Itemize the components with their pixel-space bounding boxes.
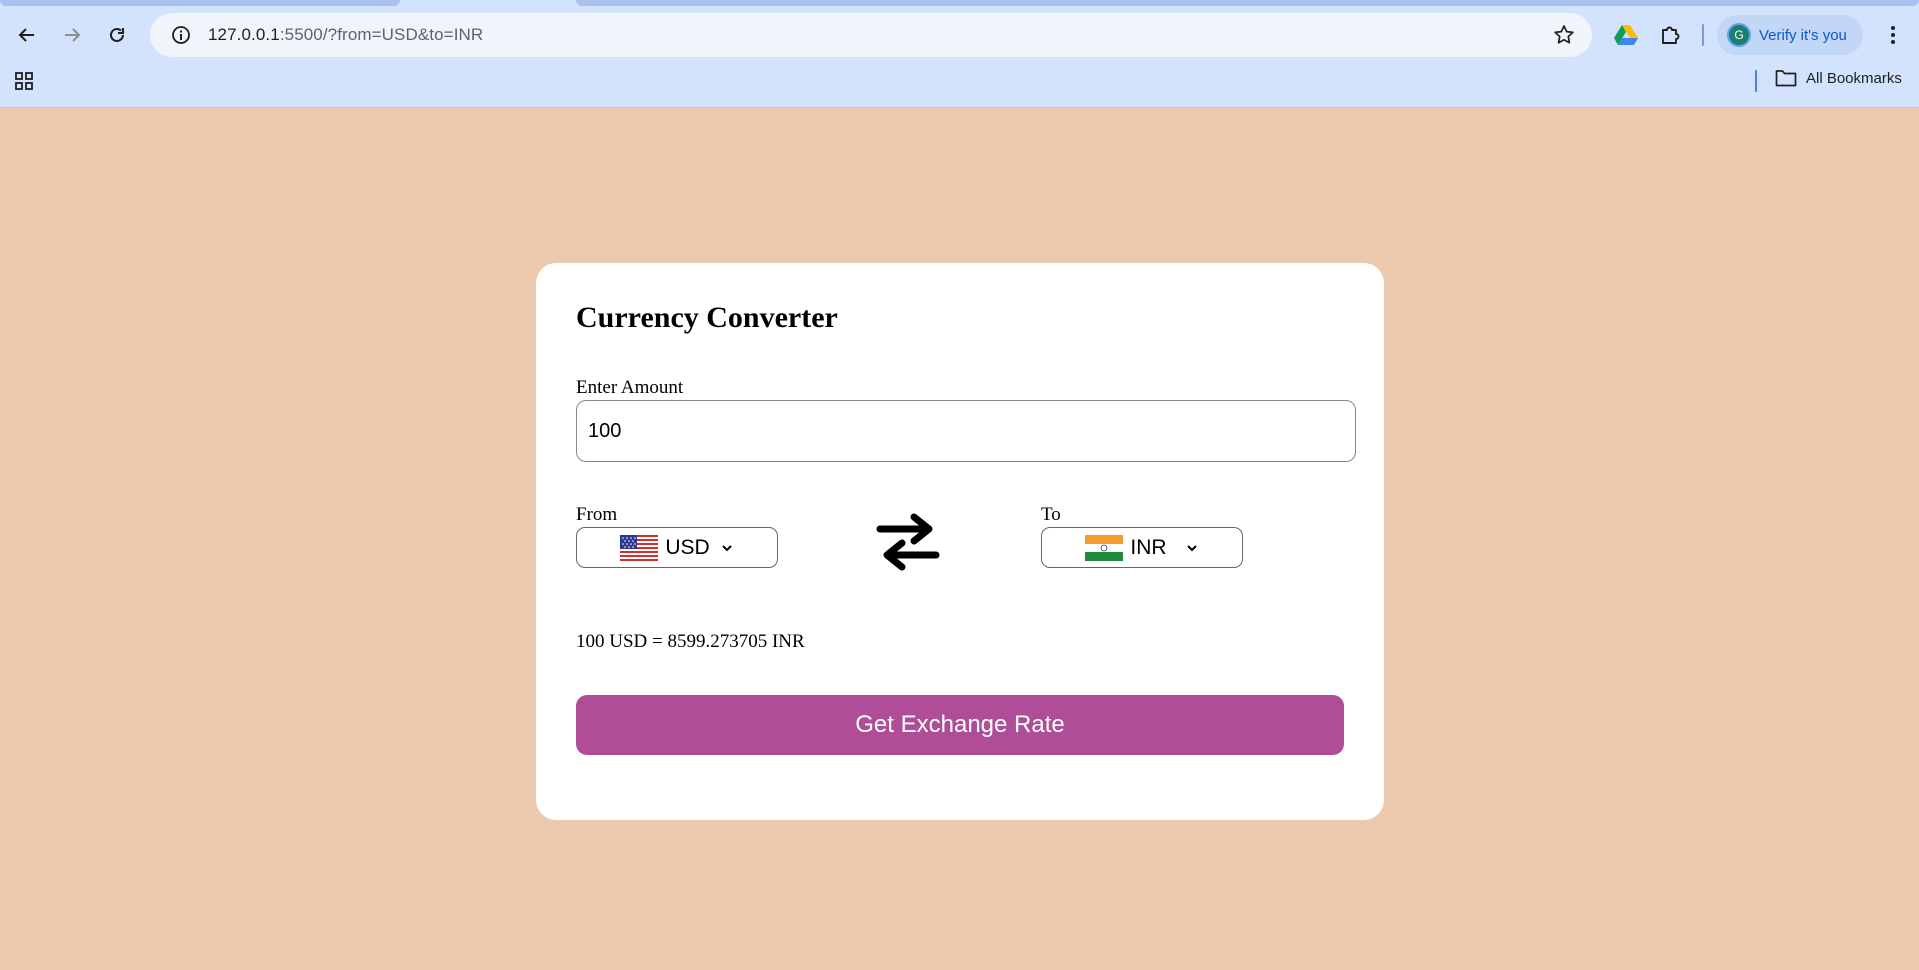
apps-button[interactable] <box>11 68 37 94</box>
url-text: 127.0.0.1:5500/?from=USD&to=INR <box>208 25 483 45</box>
from-currency-value: USD <box>665 535 710 559</box>
apps-grid-icon <box>15 72 33 90</box>
reload-icon <box>110 27 124 42</box>
forward-button[interactable] <box>54 17 90 53</box>
browser-chrome: 127.0.0.1:5500/?from=USD&to=INR G Verify… <box>0 0 1919 108</box>
folder-icon <box>1775 70 1797 87</box>
all-bookmarks-label: All Bookmarks <box>1806 69 1902 87</box>
bookmark-star-button[interactable] <box>1552 23 1576 47</box>
verify-label: Verify it's you <box>1759 26 1847 44</box>
chevron-down-icon <box>1185 541 1199 555</box>
reload-button[interactable] <box>99 17 135 53</box>
us-flag-icon <box>620 534 659 561</box>
avatar: G <box>1727 23 1751 47</box>
bookmarks-divider <box>1755 70 1757 92</box>
google-drive-button[interactable] <box>1613 22 1639 48</box>
from-currency-select[interactable]: USD <box>576 527 778 568</box>
puzzle-icon <box>1662 26 1680 44</box>
back-button[interactable] <box>9 17 45 53</box>
profile-verify-button[interactable]: G Verify it's you <box>1717 15 1863 55</box>
india-flag-icon <box>1085 534 1124 561</box>
browser-menu-button[interactable] <box>1880 22 1906 48</box>
url-path: :5500/?from=USD&to=INR <box>279 25 484 44</box>
swap-arrows-icon[interactable] <box>876 511 940 573</box>
forward-arrow-icon <box>65 28 81 42</box>
tab-strip-edge <box>576 0 1919 6</box>
extensions-button[interactable] <box>1658 22 1684 48</box>
google-drive-icon <box>1614 25 1638 45</box>
get-exchange-rate-button[interactable]: Get Exchange Rate <box>576 695 1344 755</box>
all-bookmarks-button[interactable]: All Bookmarks <box>1775 69 1902 87</box>
star-icon <box>1554 25 1574 44</box>
chevron-down-icon <box>720 541 734 555</box>
toolbar-divider <box>1702 24 1704 46</box>
to-currency-select[interactable]: INR <box>1041 527 1243 568</box>
from-label: From <box>576 504 618 525</box>
info-icon <box>172 26 190 44</box>
converter-card: Currency Converter Enter Amount From USD… <box>536 263 1384 820</box>
amount-input[interactable] <box>576 400 1356 462</box>
site-info-button[interactable] <box>168 22 194 48</box>
to-currency-value: INR <box>1130 535 1167 559</box>
conversion-result: 100 USD = 8599.273705 INR <box>576 631 805 652</box>
page-title: Currency Converter <box>576 301 838 334</box>
kebab-menu-icon <box>1891 26 1895 44</box>
to-label: To <box>1041 504 1061 525</box>
address-bar[interactable]: 127.0.0.1:5500/?from=USD&to=INR <box>150 13 1592 57</box>
url-host: 127.0.0.1 <box>208 25 280 44</box>
tab-strip-edge <box>0 0 400 6</box>
amount-label: Enter Amount <box>576 377 684 398</box>
back-arrow-icon <box>18 28 34 42</box>
